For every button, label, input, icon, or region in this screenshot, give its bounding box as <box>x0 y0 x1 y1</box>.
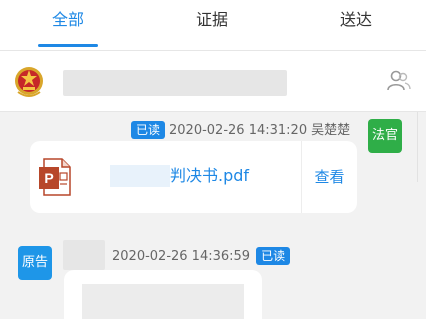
file-message-card[interactable]: P 判决书.pdf 查看 <box>30 141 357 213</box>
case-title-redacted <box>63 70 287 96</box>
avatar-plaintiff[interactable]: 原告 <box>18 246 52 280</box>
message-meta: 2020-02-26 14:36:59 已读 <box>112 247 302 265</box>
file-name-redacted <box>110 165 170 187</box>
tab-evidence[interactable]: 证据 <box>152 0 272 50</box>
file-name[interactable]: 判决书.pdf <box>170 165 249 187</box>
message-timestamp: 2020-02-26 14:36:59 <box>112 249 251 264</box>
message-content-redacted <box>82 284 244 319</box>
svg-text:P: P <box>44 170 53 186</box>
view-button[interactable]: 查看 <box>302 141 357 213</box>
message-timestamp: 2020-02-26 14:31:20 <box>169 123 308 138</box>
users-icon[interactable] <box>386 68 412 94</box>
message-meta: 已读 2020-02-26 14:31:20 吴楚楚 <box>131 119 363 139</box>
sender-name: 吴楚楚 <box>311 123 351 138</box>
tab-all[interactable]: 全部 <box>8 0 128 50</box>
message-bubble[interactable] <box>64 270 262 319</box>
read-badge: 已读 <box>131 121 166 139</box>
powerpoint-file-icon: P <box>39 158 71 196</box>
active-tab-indicator <box>38 44 98 47</box>
read-badge: 已读 <box>256 247 291 265</box>
avatar-judge[interactable]: 法官 <box>368 119 402 153</box>
tab-bar: 全部 证据 送达 <box>0 0 426 51</box>
tab-service[interactable]: 送达 <box>296 0 416 50</box>
scroll-edge <box>417 112 418 182</box>
sender-name-redacted <box>63 240 105 270</box>
case-header <box>0 51 426 112</box>
court-emblem-icon <box>15 67 43 97</box>
